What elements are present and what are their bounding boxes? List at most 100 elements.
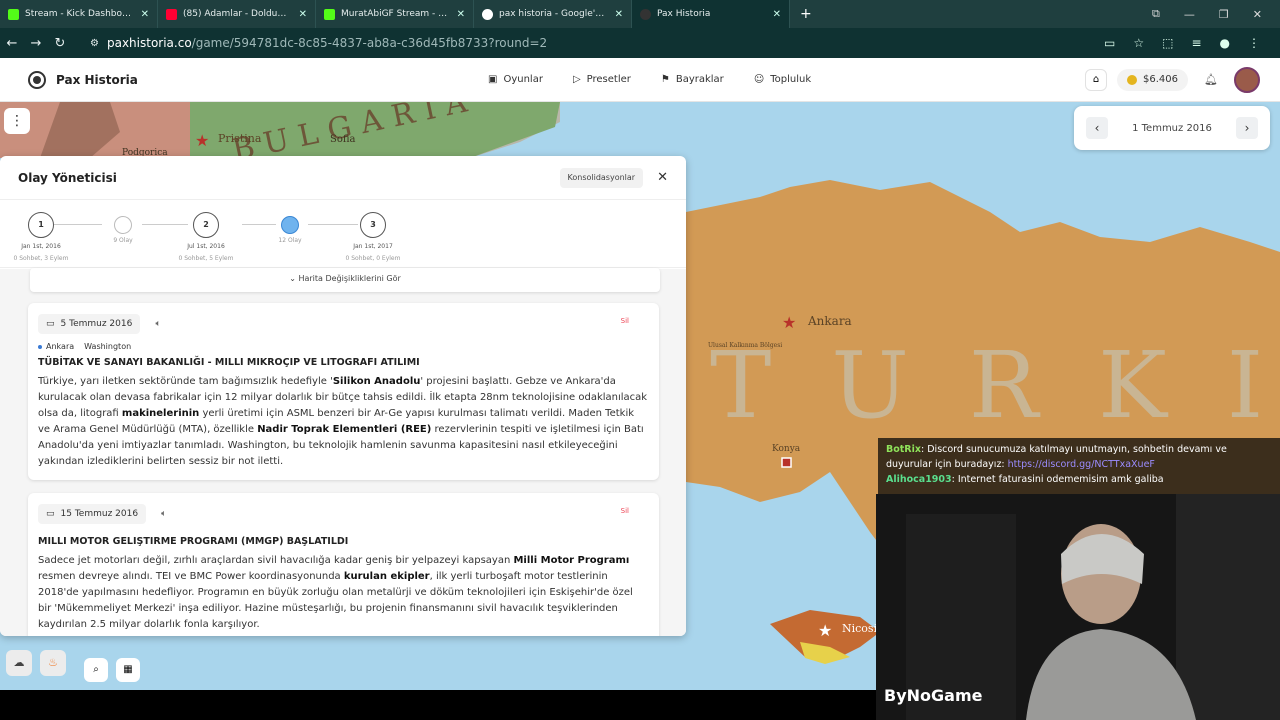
site-logo[interactable]: Pax Historia [28,70,138,89]
body-text: Sadece jet motorları değil, zırhlı araçl… [38,555,514,566]
browser-tab[interactable]: pax historia - Google'da Ara ✕ [474,0,632,28]
forward-icon[interactable]: → [24,36,48,51]
flame-tool-icon[interactable]: ♨ [40,650,66,676]
new-tab-icon[interactable]: + [800,6,812,22]
konya-marker[interactable] [781,457,792,468]
body-bold: makinelerinin [121,408,200,419]
body-text: Türkiye, yarı iletken sektöründe tam bağ… [38,376,333,387]
media-icon[interactable]: ≡ [1191,36,1201,50]
nav-item-presetler[interactable]: ▷ Presetler [573,74,631,85]
timeline-node-events-2[interactable] [281,216,299,234]
map-bottom-tools: ☁ ♨ [6,650,66,676]
event-body: Sadece jet motorları değil, zırhlı araçl… [38,553,649,633]
timeline-node-events-1[interactable] [114,216,132,234]
cloud-tool-icon[interactable]: ☁ [6,650,32,676]
body-bold: Nadir Toprak Elementleri (REE) [257,424,432,435]
tab-title: Stream - Kick Dashboard [25,9,135,19]
body-text: resmen devreye alındı. TEI ve BMC Power … [38,571,344,582]
timeline-event-count: 9 Olay [113,237,133,244]
map-menu-button[interactable]: ⋮ [4,108,30,134]
event-tag: Washington [84,342,131,351]
search-map-icon[interactable]: ⌕ [84,658,108,682]
event-date: 5 Temmuz 2016 [60,319,133,329]
current-date: 1 Temmuz 2016 [1132,122,1212,134]
map-label-pristina: Pristina [218,132,262,145]
close-tab-icon[interactable]: ✕ [457,9,465,20]
speaker-icon[interactable]: 🔈︎ [161,509,166,519]
profile-icon[interactable]: ● [1220,36,1230,50]
gift-icon[interactable]: ⌂ [1085,68,1108,91]
extensions-icon[interactable]: ⬚ [1162,36,1173,50]
map-view-icon[interactable]: ▦ [116,658,140,682]
delete-button[interactable]: Sil [621,507,629,515]
calendar-icon: ▭ [46,509,55,519]
consolidate-button[interactable]: Konsolidasyonlar [559,167,644,188]
timeline-node-round-1[interactable]: 1 [28,212,54,238]
chat-username: Alihoca1903 [886,474,952,485]
cast-icon[interactable]: ▭ [1104,36,1115,50]
map-label-ankara: Ankara [808,314,852,328]
nav-label: Topluluk [770,74,812,85]
calendar-icon: ▭ [46,319,55,329]
back-icon[interactable]: ← [0,36,24,51]
window-controls: ⧉ — ❐ ✕ [1152,0,1280,28]
timeline-node-round-2[interactable]: 2 [193,212,219,238]
tab-title: MuratAbiGF Stream - Watch Li [341,9,451,19]
chat-link[interactable]: https://discord.gg/NCTTxaXueF [1008,459,1155,470]
prev-date-button[interactable]: ‹ [1086,117,1108,139]
close-tab-icon[interactable]: ✕ [299,9,307,20]
browser-tab[interactable]: (85) Adamlar - Doldum - YouTu ✕ [158,0,316,28]
timeline-summary: 0 Sohbet, 3 Eylem [13,255,69,262]
tab-search-icon[interactable]: ⧉ [1152,7,1160,21]
youtube-favicon-icon [166,8,177,20]
bookmark-star-icon[interactable]: ☆ [1133,36,1144,50]
speaker-icon[interactable]: 🔈︎ [155,319,160,329]
tab-title: (85) Adamlar - Doldum - YouTu [183,9,293,19]
close-tab-icon[interactable]: ✕ [615,9,623,20]
see-changes-label: Harita Değişikliklerini Gör [298,274,401,283]
body-bold: Silikon Anadolu [332,376,421,387]
restore-icon[interactable]: ❐ [1219,8,1229,21]
see-map-changes-button[interactable]: ⌄ Harita Değişikliklerini Gör [30,268,660,292]
close-icon[interactable]: ✕ [657,170,668,185]
timeline-line [54,224,102,225]
credits-badge[interactable]: $6.406 [1117,68,1189,91]
browser-tab[interactable]: Stream - Kick Dashboard ✕ [0,0,158,28]
event-card: ▭ 15 Temmuz 2016 🔈︎ Sil MILLI MOTOR GELIŞ… [28,493,659,636]
nav-item-bayraklar[interactable]: ⚑ Bayraklar [661,74,724,85]
timeline-node-round-3[interactable]: 3 [360,212,386,238]
timeline-line [242,224,276,225]
event-title: MILLI MOTOR GELIŞTIRME PROGRAMI (MMGP) B… [38,536,349,547]
body-bold: Milli Motor Programı [513,555,630,566]
delete-button[interactable]: Sil [621,317,629,325]
browser-menu-icon[interactable]: ⋮ [1248,36,1260,50]
browser-tab-active[interactable]: Pax Historia ✕ [632,0,790,28]
flag-icon: ⚑ [660,74,670,85]
tag-dot-icon [38,344,42,349]
close-window-icon[interactable]: ✕ [1253,8,1262,21]
chat-text: : Internet faturasini odememisim amk gal… [951,474,1164,485]
timeline-date: Jan 1st, 2017 [353,243,393,250]
next-date-button[interactable]: › [1236,117,1258,139]
timeline-date: Jul 1st, 2016 [187,243,225,250]
browser-tab[interactable]: MuratAbiGF Stream - Watch Li ✕ [316,0,474,28]
avatar[interactable] [1234,66,1260,93]
timeline-line [308,224,358,225]
timeline-date: Jan 1st, 2016 [21,243,61,250]
url-field[interactable]: ⚙ paxhistoria.co/game/594781dc-8c85-4837… [82,32,1104,54]
nav-item-oyunlar[interactable]: ▣ Oyunlar [488,74,543,85]
minimize-icon[interactable]: — [1184,8,1195,21]
site-header: Pax Historia ▣ Oyunlar ▷ Presetler ⚑ Bayrak… [0,58,1280,102]
event-body: Türkiye, yarı iletken sektöründe tam bağ… [38,374,649,470]
site-info-icon[interactable]: ⚙ [90,38,99,49]
pristina-star-icon: ★ [195,131,209,150]
event-title: TÜBİTAK VE SANAYI BAKANLIĞI - MILLI MIKR… [38,357,420,368]
bell-icon[interactable]: 🔔︎ [1204,73,1218,86]
tab-title: pax historia - Google'da Ara [499,9,609,19]
nav-item-topluluk[interactable]: ☺ Topluluk [754,74,811,85]
close-tab-icon[interactable]: ✕ [141,9,149,20]
event-date-badge: ▭ 5 Temmuz 2016 [38,314,141,334]
close-tab-icon[interactable]: ✕ [773,9,781,20]
events-list[interactable]: ⌄ Harita Değişikliklerini Gör ▭ 5 Temmuz … [0,268,686,636]
reload-icon[interactable]: ↻ [48,36,72,51]
